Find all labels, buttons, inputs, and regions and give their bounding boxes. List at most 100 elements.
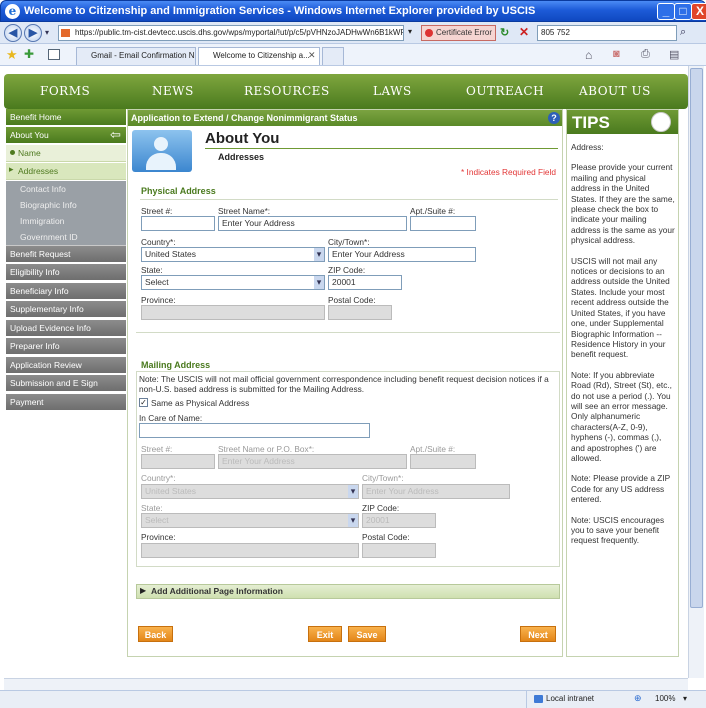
next-button[interactable]: Next <box>520 626 556 642</box>
nav-forms[interactable]: FORMS <box>40 84 90 98</box>
mail-apt-input <box>410 454 476 469</box>
zoom-icon: ⊕ <box>634 693 642 703</box>
nav-contact-info[interactable]: Contact Info <box>6 181 126 198</box>
exit-button[interactable]: Exit <box>308 626 342 642</box>
print-icon[interactable]: ⎙ <box>641 48 650 61</box>
street-no-label: Street #: <box>141 206 173 216</box>
tips-text: Address: Please provide your current mai… <box>571 142 675 556</box>
form-header: Application to Extend / Change Nonimmigr… <box>128 110 562 126</box>
tab-gmail[interactable]: Gmail - Email Confirmation No... <box>76 47 196 65</box>
nav-benefit-request[interactable]: Benefit Request <box>6 246 126 263</box>
horizontal-scrollbar[interactable] <box>4 678 688 690</box>
same-address-checkbox[interactable]: ✓ <box>139 398 148 407</box>
vertical-scrollbar[interactable] <box>688 66 704 678</box>
province-label: Province: <box>141 295 176 305</box>
additional-page-label: Add Additional Page Information <box>151 586 283 596</box>
shield-error-icon <box>425 29 433 37</box>
search-input[interactable]: 805 752 <box>537 25 677 41</box>
state-select[interactable]: Select <box>141 275 325 290</box>
nav-preparer-info[interactable]: Preparer Info <box>6 338 126 355</box>
help-icon[interactable]: ? <box>548 112 560 124</box>
apt-input[interactable] <box>410 216 476 231</box>
nav-beneficiary-info[interactable]: Beneficiary Info <box>6 283 126 300</box>
zoom-level[interactable]: 100% <box>655 694 675 703</box>
complete-dot-icon <box>10 150 15 155</box>
country-label: Country*: <box>141 237 176 247</box>
quick-tabs-icon[interactable] <box>48 49 60 60</box>
nav-resources[interactable]: RESOURCES <box>244 84 330 98</box>
feeds-icon[interactable]: ◙ <box>613 48 620 60</box>
zip-input[interactable]: 20001 <box>328 275 402 290</box>
url-dropdown-icon[interactable]: ▾ <box>408 27 412 36</box>
nav-eligibility-info[interactable]: Eligibility Info <box>6 264 126 281</box>
same-address-label: Same as Physical Address <box>151 398 250 408</box>
nav-laws[interactable]: LAWS <box>373 84 412 98</box>
nav-government-id[interactable]: Government ID <box>6 229 126 246</box>
status-bar: Local intranet ⊕ 100% ▾ <box>0 690 706 708</box>
nav-application-review[interactable]: Application Review <box>6 357 126 374</box>
tips-panel: TIPS Address: Please provide your curren… <box>566 109 679 657</box>
care-of-input[interactable] <box>139 423 370 438</box>
save-button[interactable]: Save <box>348 626 386 642</box>
nav-outreach[interactable]: OUTREACH <box>466 84 544 98</box>
nav-news[interactable]: NEWS <box>152 84 194 98</box>
nav-addresses[interactable]: Addresses <box>6 163 126 180</box>
nav-payment[interactable]: Payment <box>6 394 126 411</box>
page-icon <box>61 29 70 37</box>
search-icon[interactable]: ⌕ <box>680 26 686 39</box>
nav-immigration[interactable]: Immigration <box>6 213 126 230</box>
mail-zip-label: ZIP Code: <box>362 503 400 513</box>
section-divider <box>136 332 560 333</box>
home-icon[interactable]: ⌂ <box>585 48 592 62</box>
tips-p1: Please provide your current mailing and … <box>571 162 675 246</box>
nav-biographic-info[interactable]: Biographic Info <box>6 197 126 214</box>
add-favorites-icon[interactable]: ✚ <box>24 47 34 61</box>
stop-icon[interactable]: ✕ <box>519 25 533 39</box>
close-button[interactable]: X <box>691 3 706 20</box>
refresh-icon[interactable]: ↻ <box>500 26 514 40</box>
tab-uscis[interactable]: Welcome to Citizenship a... <box>198 47 320 65</box>
country-select[interactable]: United States <box>141 247 325 262</box>
scroll-thumb[interactable] <box>690 68 703 608</box>
mailing-address-title: Mailing Address <box>141 360 211 370</box>
required-note: * Indicates Required Field <box>461 167 557 177</box>
history-dropdown-icon[interactable]: ▾ <box>45 28 49 37</box>
url-input[interactable]: https://public.tm-cist.devtecc.uscis.dhs… <box>58 25 404 41</box>
street-name-input[interactable]: Enter Your Address <box>218 216 407 231</box>
minimize-button[interactable]: _ <box>657 3 675 20</box>
nav-upload-evidence-info[interactable]: Upload Evidence Info <box>6 320 126 337</box>
mail-city-label: City/Town*: <box>362 473 404 483</box>
physical-address-title: Physical Address <box>141 186 216 196</box>
nav-submission-esign[interactable]: Submission and E Sign <box>6 375 126 392</box>
nav-name[interactable]: Name <box>6 145 126 162</box>
window-titlebar: e Welcome to Citizenship and Immigration… <box>0 0 706 22</box>
nav-about-you[interactable]: About You <box>6 127 126 144</box>
state-label: State: <box>141 265 163 275</box>
back-arrow-icon[interactable]: ◀ <box>4 24 22 42</box>
nav-supplementary-info[interactable]: Supplementary Info <box>6 301 126 318</box>
mailing-note: Note: The USCIS will not mail official g… <box>139 374 549 394</box>
mail-postal-label: Postal Code: <box>362 532 410 542</box>
mail-street-name-input: Enter Your Address <box>218 454 407 469</box>
back-button[interactable]: Back <box>138 626 173 642</box>
physical-divider <box>140 199 558 200</box>
city-input[interactable]: Enter Your Address <box>328 247 476 262</box>
new-tab-button[interactable] <box>322 47 344 65</box>
current-arrow-icon: ⇦ <box>110 127 121 142</box>
favorites-star-icon[interactable]: ★ <box>6 47 18 63</box>
zoom-dropdown-icon[interactable]: ▾ <box>683 694 687 703</box>
mail-apt-label: Apt./Suite #: <box>410 444 456 454</box>
mail-province-input <box>141 543 359 558</box>
ie-logo-icon: e <box>5 4 20 19</box>
additional-page-bar[interactable]: ▶ Add Additional Page Information <box>136 584 560 599</box>
nav-about-us[interactable]: ABOUT US <box>579 84 651 98</box>
left-navigation: Benefit Home About You ⇦ Name Addresses … <box>6 109 126 509</box>
page-menu-icon[interactable]: ▤ <box>669 48 679 61</box>
street-no-input[interactable] <box>141 216 215 231</box>
maximize-button[interactable]: □ <box>674 3 692 20</box>
nav-benefit-home[interactable]: Benefit Home <box>6 109 126 126</box>
close-tab-icon[interactable]: ✕ <box>308 50 316 61</box>
forward-arrow-icon[interactable]: ▶ <box>24 24 42 42</box>
mail-zip-input: 20001 <box>362 513 436 528</box>
intranet-icon <box>534 695 543 703</box>
